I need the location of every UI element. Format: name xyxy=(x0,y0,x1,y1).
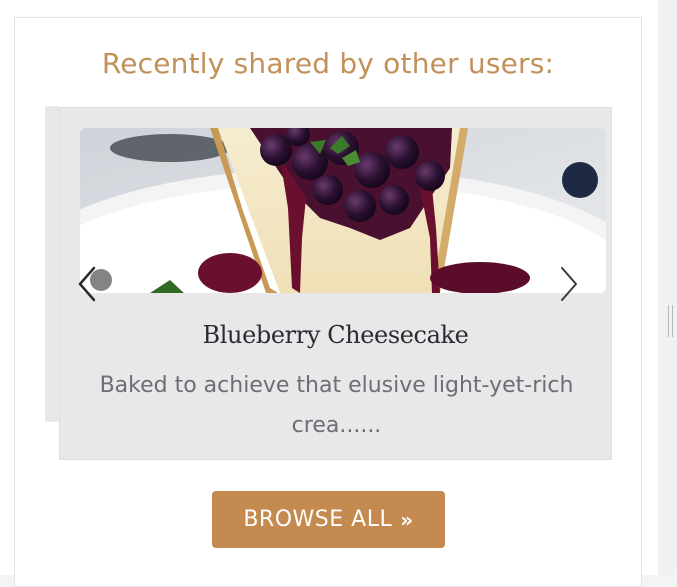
browse-all-label: BROWSE ALL xyxy=(243,507,393,532)
chevron-left-icon[interactable] xyxy=(73,264,103,304)
browse-all-button[interactable]: BROWSE ALL » xyxy=(212,491,445,548)
scrollbar-track[interactable] xyxy=(658,0,677,575)
recipe-description: Baked to achieve that elusive light-yet-… xyxy=(99,373,574,438)
scrollbar-grip[interactable] xyxy=(668,305,673,337)
previous-slide-edge xyxy=(45,106,59,422)
double-chevron-right-icon: » xyxy=(400,507,414,532)
carousel-slide[interactable]: Blueberry Cheesecake Baked to achieve th… xyxy=(59,107,612,460)
chevron-right-icon[interactable] xyxy=(553,264,583,304)
cheesecake-photo[interactable] xyxy=(80,128,606,293)
section-heading: Recently shared by other users: xyxy=(101,47,555,80)
recipe-title[interactable]: Blueberry Cheesecake xyxy=(60,321,611,349)
